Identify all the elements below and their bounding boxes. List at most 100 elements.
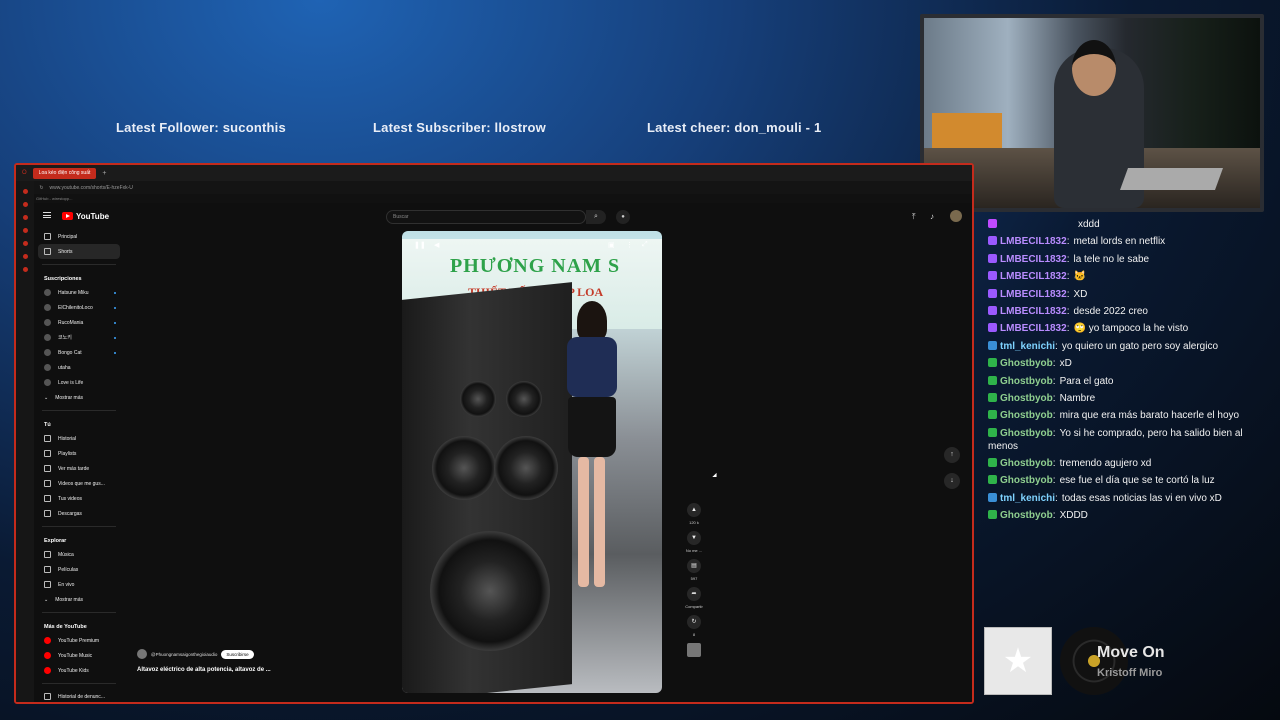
sidebar-item-music[interactable]: Música (34, 547, 124, 562)
video-title[interactable]: Altavoz eléctrico de alta potencia, alta… (137, 667, 271, 673)
sidebar-item-report-history[interactable]: Historial de denunc... (34, 689, 124, 702)
upload-icon[interactable]: ⤒ (912, 212, 916, 222)
music-icon (44, 551, 51, 558)
bell-icon[interactable]: ♪ (930, 212, 934, 221)
show-more-explore[interactable]: ⌄ Mostrar más (34, 592, 124, 607)
next-short-icon[interactable]: ↓ (944, 473, 960, 489)
channel-name[interactable]: @Phuongnamsaigonthegioiaudio (151, 652, 217, 657)
chat-separator: : (1066, 236, 1070, 248)
badge-icon (988, 219, 997, 228)
mic-icon[interactable]: ● (616, 210, 630, 224)
opera-icon[interactable]: O (22, 170, 27, 176)
captions-icon[interactable]: ▣ (608, 241, 615, 249)
chat-username[interactable]: LMBECIL1832 (1000, 323, 1067, 334)
sidebar-item-premium[interactable]: YouTube Premium (34, 633, 124, 648)
sidebar-app-icon[interactable] (22, 189, 28, 194)
sidebar-item-sub[interactable]: utaha (34, 360, 124, 375)
chat-username[interactable]: tml_kenichi (1000, 341, 1055, 352)
fullscreen-icon[interactable]: ⤢ (642, 241, 648, 249)
chat-message: LMBECIL1832: XD (988, 288, 1268, 301)
subscribe-button[interactable]: Suscribirse (221, 649, 254, 659)
chat-username[interactable]: LMBECIL1832 (1000, 254, 1067, 265)
more-options-icon[interactable]: ⋮ (626, 241, 633, 249)
badge-icon (988, 340, 997, 350)
menu-icon[interactable] (43, 212, 51, 218)
previous-short-icon[interactable]: ↑ (944, 447, 960, 463)
sidebar-item-sub[interactable]: Hatsune Miku (34, 285, 124, 300)
sidebar-item-principal[interactable]: Principal (34, 229, 124, 244)
comment-icon[interactable]: ▤ (687, 559, 701, 573)
like-icon[interactable]: ▲ (687, 503, 701, 517)
youtube-logo[interactable]: YouTube (62, 212, 109, 221)
sound-thumbnail[interactable] (687, 643, 701, 657)
sidebar-label: Música (58, 551, 74, 558)
sidebar-label: RucoMania (58, 319, 84, 326)
sidebar-item-sub[interactable]: ElChilenitoLoco (34, 300, 124, 315)
chat-username[interactable]: Ghostbyob (1000, 358, 1053, 369)
chat-username[interactable]: Ghostbyob (1000, 475, 1053, 486)
sidebar-item-sub[interactable]: RucoMania (34, 315, 124, 330)
sidebar-item-sub[interactable]: 코노키 (34, 330, 124, 345)
dislike-icon[interactable]: ▼ (687, 531, 701, 545)
browser-tab[interactable]: Loa kéo điện công suất (32, 167, 97, 179)
bookmark-item[interactable]: GitHub - wirestopp... (16, 194, 972, 203)
sidebar-item-playlists[interactable]: Playlists (34, 446, 124, 461)
volume-icon[interactable]: ◀ (434, 241, 439, 249)
url-text[interactable]: www.youtube.com/shorts/E-hzeFxk-U (50, 185, 133, 191)
new-tab-icon[interactable]: + (102, 170, 106, 177)
chat-username[interactable]: Ghostbyob (1000, 376, 1053, 387)
sidebar-item-liked[interactable]: Videos que me gus... (34, 476, 124, 491)
address-bar[interactable]: ‹ › ↻ www.youtube.com/shorts/E-hzeFxk-U (16, 181, 972, 194)
sidebar-item-history[interactable]: Historial (34, 431, 124, 446)
sidebar-label: ElChilenitoLoco (58, 304, 93, 311)
sidebar-item-your-videos[interactable]: Tus videos (34, 491, 124, 506)
sidebar-item-downloads[interactable]: Descargas (34, 506, 124, 521)
sidebar-app-icon[interactable] (22, 215, 28, 220)
sidebar-item-music-app[interactable]: YouTube Music (34, 648, 124, 663)
sidebar-item-shorts[interactable]: Shorts (38, 244, 120, 259)
chat-username[interactable]: Ghostbyob (1000, 410, 1053, 421)
show-more-subs[interactable]: ⌄ Mostrar más (34, 390, 124, 405)
section-you[interactable]: Tú (34, 416, 124, 431)
chat-username[interactable]: tml_kenichi (1000, 493, 1055, 504)
search-input[interactable]: Buscar (386, 210, 586, 224)
chat-username[interactable]: Ghostbyob (1000, 510, 1053, 521)
sidebar-item-live[interactable]: En vivo (34, 577, 124, 592)
channel-avatar (44, 364, 51, 371)
sidebar-app-icon[interactable] (22, 267, 28, 272)
chat-username[interactable]: LMBECIL1832 (1000, 236, 1067, 247)
sidebar-item-watch-later[interactable]: Ver más tarde (34, 461, 124, 476)
pause-icon[interactable]: ❚❚ (414, 241, 426, 249)
clock-icon (44, 465, 51, 472)
remix-icon[interactable]: ↻ (687, 615, 701, 629)
sidebar-app-icon[interactable] (22, 202, 28, 207)
chat-username[interactable]: LMBECIL1832 (1000, 306, 1067, 317)
sidebar-item-kids[interactable]: YouTube Kids (34, 663, 124, 678)
midrange-speaker (494, 436, 558, 500)
chat-separator: : (1066, 323, 1070, 335)
chat-username[interactable]: Ghostbyob (1000, 428, 1053, 439)
shorts-video-player[interactable]: PHƯƠNG NAM S THIẾT KẾ ĐỘ RÁP LOA ❚❚ ◀ ▣ … (402, 231, 662, 693)
chat-username[interactable]: Ghostbyob (1000, 393, 1053, 404)
sidebar-item-movies[interactable]: Películas (34, 562, 124, 577)
avatar[interactable] (950, 210, 962, 222)
sidebar-app-icon[interactable] (22, 254, 28, 259)
sidebar-item-sub[interactable]: Bongo Cat (34, 345, 124, 360)
share-icon[interactable]: ➦ (687, 587, 701, 601)
sidebar-item-sub[interactable]: Love is Life (34, 375, 124, 390)
sidebar-app-icon[interactable] (22, 228, 28, 233)
chat-username[interactable]: Ghostbyob (1000, 458, 1053, 469)
sidebar-label: utaha (58, 364, 71, 371)
badge-icon (988, 458, 997, 468)
chat-username[interactable]: LMBECIL1832 (1000, 271, 1067, 282)
video-person-skirt (568, 397, 616, 457)
section-subscriptions[interactable]: Suscripciones (34, 270, 124, 285)
reload-icon[interactable]: ↻ (39, 185, 43, 191)
chat-separator: : (1052, 510, 1056, 522)
search-icon[interactable]: ⌕ (586, 210, 606, 224)
sidebar-app-icon[interactable] (22, 241, 28, 246)
channel-avatar[interactable] (137, 649, 147, 659)
chat-separator: : (1052, 475, 1056, 487)
cam-shelf (932, 113, 1002, 153)
chat-username[interactable]: LMBECIL1832 (1000, 289, 1067, 300)
